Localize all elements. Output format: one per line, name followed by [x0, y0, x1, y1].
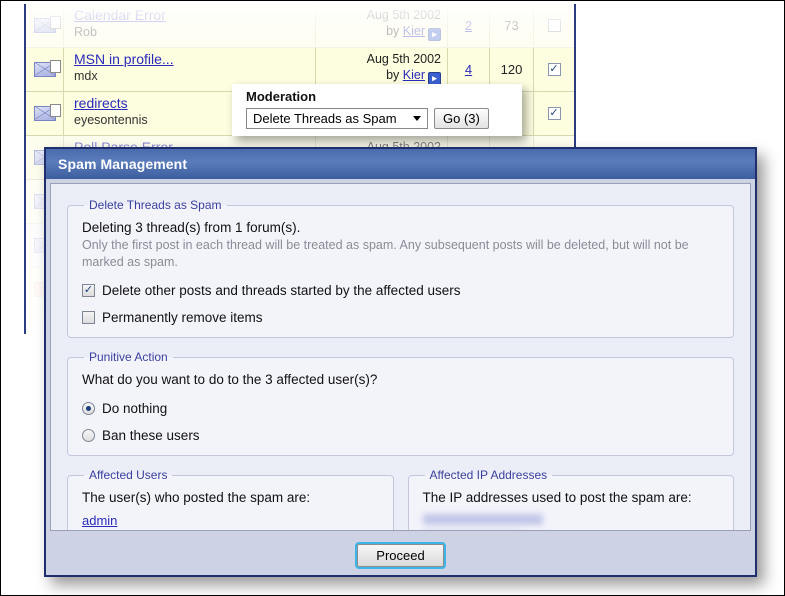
affected-users-section: Affected Users The user(s) who posted th…: [67, 468, 394, 531]
last-post-cell: Aug 5th 2002 by Kier▸: [316, 4, 448, 47]
delete-other-posts-checkbox[interactable]: ✓: [82, 284, 95, 297]
ban-users-radio[interactable]: [82, 429, 95, 442]
replies-count-link[interactable]: 4: [465, 62, 472, 77]
row-checkbox[interactable]: ✓: [548, 63, 561, 76]
thread-author: mdx: [74, 69, 98, 83]
last-post-by-label: by: [386, 24, 399, 38]
envelope-flag-icon: [34, 106, 56, 121]
affected-ips-intro: The IP addresses used to post the spam a…: [423, 488, 720, 507]
row-checkbox[interactable]: ✓: [548, 107, 561, 120]
delete-other-posts-checkbox-row[interactable]: ✓ Delete other posts and threads started…: [82, 283, 719, 298]
permanently-remove-label: Permanently remove items: [102, 310, 263, 325]
punitive-action-section: Punitive Action What do you want to do t…: [67, 350, 734, 456]
last-post-by-label: by: [386, 68, 399, 82]
row-select-cell: ✓: [534, 48, 574, 91]
delete-note-text: Only the first post in each thread will …: [82, 237, 719, 271]
last-post-user-link[interactable]: Kier: [403, 24, 425, 38]
thread-status-cell: [26, 48, 64, 91]
delete-other-posts-label: Delete other posts and threads started b…: [102, 283, 460, 298]
ban-users-label: Ban these users: [102, 428, 200, 443]
moderation-controls: Delete Threads as Spam Go (3): [246, 108, 512, 129]
ban-users-radio-row[interactable]: Ban these users: [82, 428, 719, 443]
moderation-popup: Moderation Delete Threads as Spam Go (3): [232, 84, 522, 136]
row-select-cell: [534, 4, 574, 47]
affected-users-legend: Affected Users: [84, 468, 172, 482]
table-row[interactable]: Calendar Error Rob Aug 5th 2002 by Kier▸…: [26, 4, 574, 48]
moderation-go-button[interactable]: Go (3): [434, 108, 489, 129]
punitive-action-legend: Punitive Action: [84, 350, 173, 364]
delete-threads-legend: Delete Threads as Spam: [84, 198, 227, 212]
thread-author: eyesontennis: [74, 113, 148, 127]
last-post-date: Aug 5th 2002: [316, 7, 441, 23]
row-select-cell: ✓: [534, 92, 574, 135]
thread-title-cell: Calendar Error Rob: [64, 4, 316, 47]
permanently-remove-checkbox-row[interactable]: ✓ Permanently remove items: [82, 310, 719, 325]
ip-address-redacted: [423, 514, 543, 525]
row-checkbox[interactable]: [548, 19, 561, 32]
dialog-title: Spam Management: [58, 156, 187, 172]
thread-status-cell: [26, 4, 64, 47]
punitive-question-text: What do you want to do to the 3 affected…: [82, 370, 719, 389]
thread-title-link[interactable]: MSN in profile...: [74, 51, 307, 68]
affected-users-intro: The user(s) who posted the spam are:: [82, 488, 379, 507]
thread-status-cell: [26, 92, 64, 135]
moderation-action-value: Delete Threads as Spam: [253, 111, 397, 126]
do-nothing-label: Do nothing: [102, 401, 167, 416]
spam-management-dialog: Spam Management Delete Threads as Spam D…: [44, 147, 757, 577]
envelope-icon: [34, 18, 56, 33]
affected-sections: Affected Users The user(s) who posted th…: [67, 468, 734, 531]
replies-cell: 2: [448, 4, 490, 47]
do-nothing-radio-row[interactable]: Do nothing: [82, 401, 719, 416]
screenshot-root: Calendar Error Rob Aug 5th 2002 by Kier▸…: [0, 0, 785, 596]
thread-title-link[interactable]: Calendar Error: [74, 7, 307, 24]
replies-count-link[interactable]: 2: [465, 18, 472, 33]
proceed-button[interactable]: Proceed: [357, 544, 443, 567]
moderation-title: Moderation: [246, 89, 512, 105]
last-post-date: Aug 5th 2002: [316, 51, 441, 67]
do-nothing-radio[interactable]: [82, 402, 95, 415]
delete-summary-text: Deleting 3 thread(s) from 1 forum(s).: [82, 218, 719, 237]
affected-ip-list-redacted: [423, 514, 720, 531]
affected-ips-section: Affected IP Addresses The IP addresses u…: [408, 468, 735, 531]
thread-author: Rob: [74, 25, 97, 39]
envelope-flag-icon: [34, 62, 56, 77]
dialog-title-bar: Spam Management: [46, 149, 755, 179]
chevron-down-icon: [413, 116, 421, 121]
views-cell: 73: [490, 4, 534, 47]
goto-last-post-icon[interactable]: ▸: [428, 28, 441, 41]
dialog-body: Delete Threads as Spam Deleting 3 thread…: [50, 183, 751, 531]
moderation-action-select[interactable]: Delete Threads as Spam: [246, 108, 428, 129]
affected-user-link[interactable]: admin: [82, 511, 379, 530]
permanently-remove-checkbox[interactable]: ✓: [82, 311, 95, 324]
delete-threads-section: Delete Threads as Spam Deleting 3 thread…: [67, 198, 734, 338]
affected-ips-legend: Affected IP Addresses: [425, 468, 553, 482]
dialog-button-bar: Proceed: [46, 535, 755, 575]
last-post-user-link[interactable]: Kier: [403, 68, 425, 82]
